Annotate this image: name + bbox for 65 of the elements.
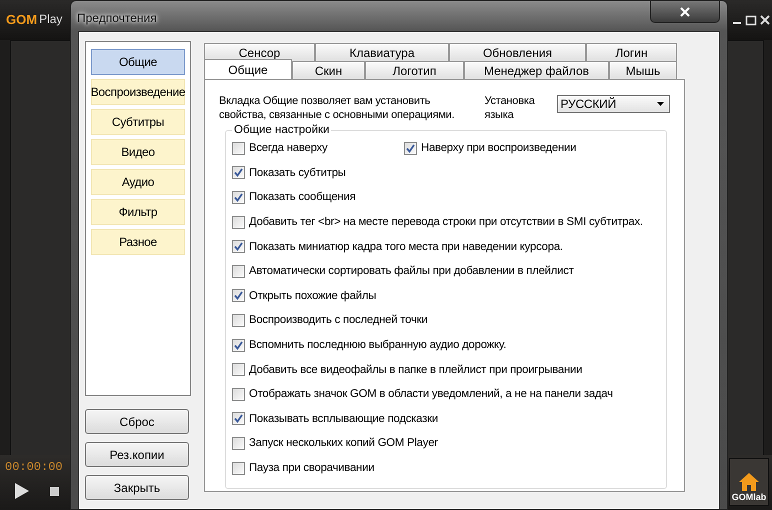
checkbox[interactable] xyxy=(232,240,245,254)
option-label: Пауза при сворачивании xyxy=(249,462,374,474)
dialog-button[interactable]: Рез.копии xyxy=(85,442,189,467)
tab[interactable]: Обновления xyxy=(449,43,586,61)
option-label: Всегда наверху xyxy=(249,142,328,154)
maximize-icon[interactable] xyxy=(745,14,757,26)
tab[interactable]: Клавиатура xyxy=(315,43,449,61)
gomlab-button[interactable]: GOMlab xyxy=(729,458,769,506)
checkbox[interactable] xyxy=(232,190,245,204)
checkbox[interactable] xyxy=(232,388,245,401)
category-item[interactable]: Аудио xyxy=(91,169,185,195)
option-label: Наверху при воспроизведении xyxy=(421,142,576,154)
option-label: Вспомнить последнюю выбранную аудио дорожку. xyxy=(249,339,506,352)
app-logo: GOM xyxy=(6,12,38,27)
option-label: Добавить все видеофайлы в папке в плейлист при проигрывании xyxy=(249,364,582,376)
option-label: Показать миниатюр кадра того места при наведении курсора. xyxy=(249,240,563,253)
time-display: 00:00:00 xyxy=(5,460,63,474)
checkbox[interactable] xyxy=(232,166,245,180)
checkbox[interactable] xyxy=(232,462,245,475)
close-button[interactable] xyxy=(650,1,720,23)
checkbox[interactable] xyxy=(232,216,245,229)
option-label: Показывать всплывающие подсказки xyxy=(249,412,438,425)
option-label: Открыть похожие файлы xyxy=(249,290,376,302)
checkbox[interactable] xyxy=(232,142,245,155)
option-label: Добавить тег <br> на месте перевода строки при отсутствии в SMI субтитрах. xyxy=(249,216,643,228)
category-item[interactable]: Видео xyxy=(91,139,185,165)
caret-icon xyxy=(657,102,664,106)
dialog-button[interactable]: Закрыть xyxy=(85,475,189,500)
option-label: Показать субтитры xyxy=(249,166,346,179)
tab[interactable]: Скин xyxy=(292,61,365,79)
option-label: Воспроизводить с последней точки xyxy=(249,314,428,326)
option-label: Показать сообщения xyxy=(249,191,356,204)
checkbox[interactable] xyxy=(232,363,245,376)
app-title: Play xyxy=(39,12,62,26)
checkbox[interactable] xyxy=(232,412,245,426)
category-item[interactable]: Общие xyxy=(91,49,185,75)
home-icon xyxy=(738,472,760,492)
checkbox[interactable] xyxy=(232,314,245,327)
tab[interactable]: Логин xyxy=(586,43,677,61)
play-icon[interactable] xyxy=(14,482,30,500)
option-label: Запуск нескольких копий GOM Player xyxy=(249,437,438,450)
checkbox[interactable] xyxy=(232,264,245,278)
tab[interactable]: Сенсор xyxy=(204,43,315,61)
dialog-button[interactable]: Сброс xyxy=(85,409,189,434)
category-item[interactable]: Разное xyxy=(91,229,185,255)
language-label: Установка языка xyxy=(484,94,536,122)
tab[interactable]: Менеджер файлов xyxy=(464,61,609,79)
checkbox[interactable] xyxy=(232,338,245,352)
group-title: Общие настройки xyxy=(233,124,330,136)
category-item[interactable]: Фильтр xyxy=(91,199,185,225)
dialog-title: Предпочтения xyxy=(77,11,157,25)
close-icon[interactable] xyxy=(759,14,771,26)
checkbox[interactable] xyxy=(404,142,417,155)
language-dropdown[interactable]: РУССКИЙ xyxy=(556,95,670,113)
tab[interactable]: Мышь xyxy=(609,61,677,79)
option-label: Автоматически сортировать файлы при добавлении в плейлист xyxy=(249,265,574,278)
tab[interactable]: Логотип xyxy=(365,61,464,79)
description-text: Вкладка Общие позволяет вам установить свойства, связанные с основными операциями. xyxy=(219,94,456,122)
category-item[interactable]: Субтитры xyxy=(91,109,185,135)
checkbox[interactable] xyxy=(232,289,245,302)
checkbox[interactable] xyxy=(232,436,245,450)
tab[interactable]: Общие xyxy=(204,59,292,79)
option-label: Отображать значок GOM в области уведомлений, а не на панели задач xyxy=(249,388,613,400)
category-item[interactable]: Воспроизведение xyxy=(91,79,185,105)
close-icon xyxy=(680,6,690,16)
